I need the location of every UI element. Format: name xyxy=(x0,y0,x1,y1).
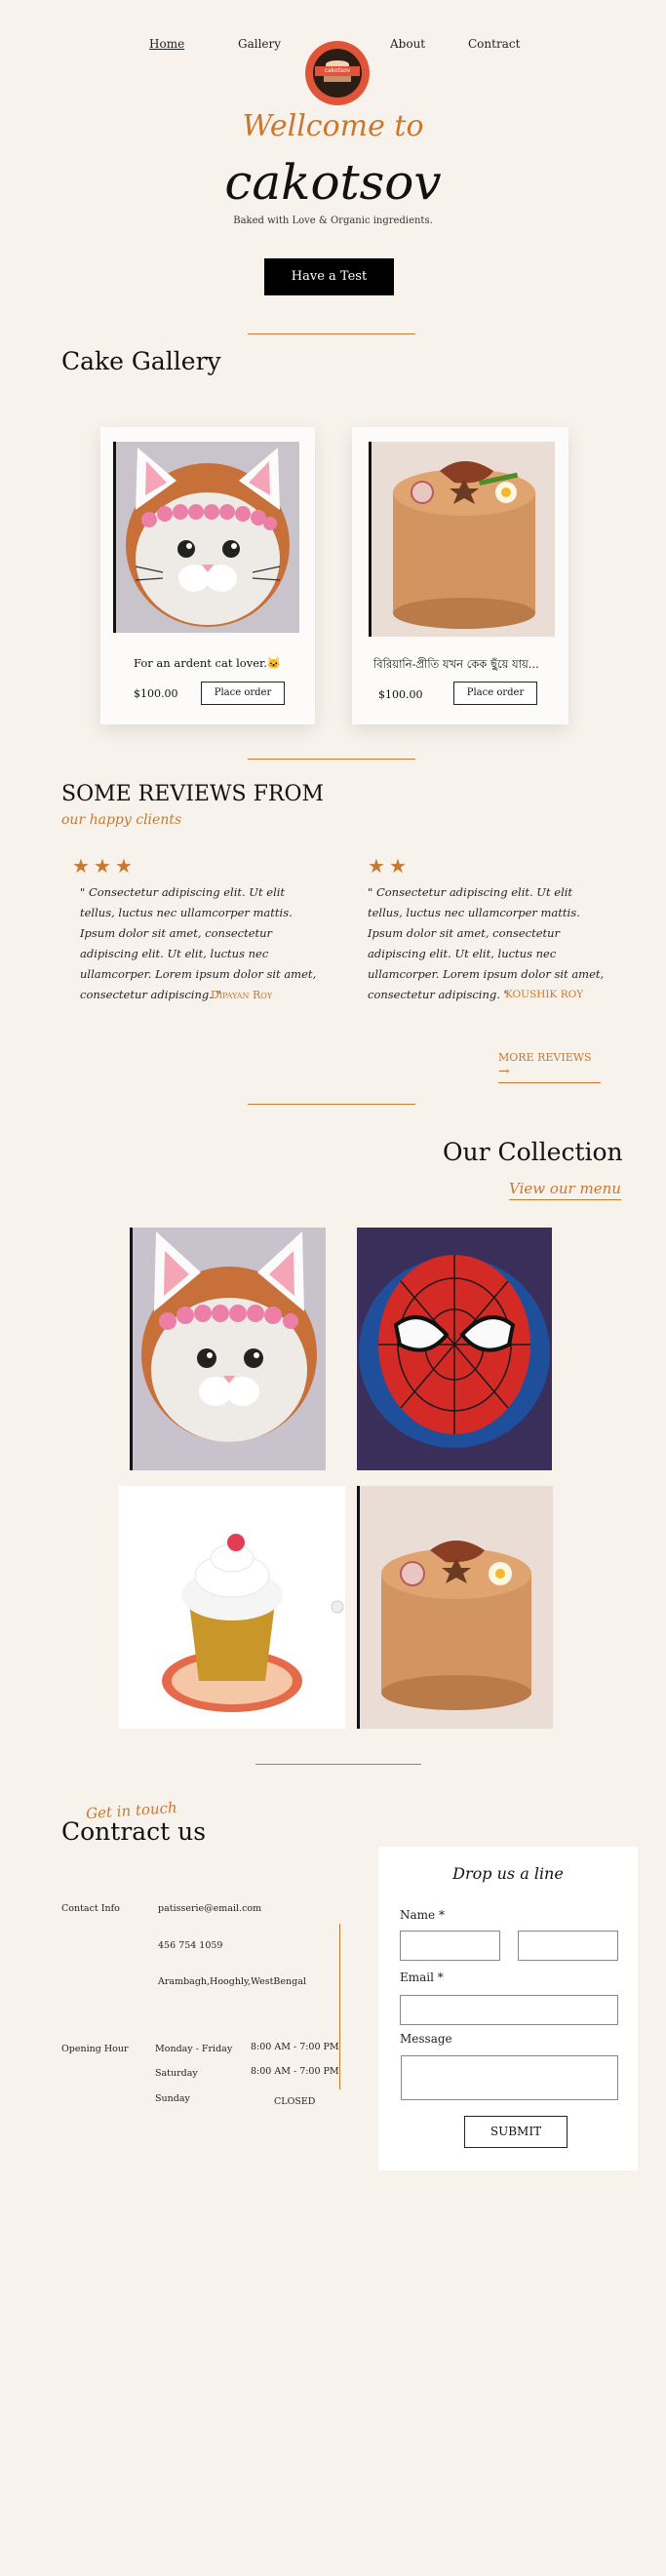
nav-about[interactable]: About xyxy=(390,37,425,51)
hours-time: CLOSED xyxy=(274,2096,316,2107)
review-text: " Consectetur adipiscing elit. Ut elit t… xyxy=(80,885,317,1001)
biryani-cake-photo[interactable] xyxy=(360,1486,553,1729)
card-price: $100.00 xyxy=(134,687,178,700)
hours-day: Sunday xyxy=(155,2093,190,2104)
card-price: $100.00 xyxy=(378,688,423,701)
reviews-title: SOME REVIEWS FROM xyxy=(61,782,325,806)
star-icon: ★ xyxy=(115,854,133,878)
brand-title: cakotsov xyxy=(224,154,442,211)
gallery-title: Cake Gallery xyxy=(61,347,221,375)
section-divider xyxy=(248,1104,415,1105)
view-menu-link[interactable]: View our menu xyxy=(509,1180,621,1200)
opening-hour-label: Opening Hour xyxy=(61,2044,129,2054)
message-label: Message xyxy=(400,2032,452,2046)
more-reviews-label: MORE REVIEWS xyxy=(498,1051,592,1064)
star-icon: ★ xyxy=(94,854,111,878)
welcome-heading: Wellcome to xyxy=(242,109,424,143)
more-reviews-link[interactable]: MORE REVIEWS → xyxy=(498,1051,601,1083)
section-divider xyxy=(248,333,415,334)
review-text: " Consectetur adipiscing elit. Ut elit t… xyxy=(368,885,605,1001)
review-author: KOUSHIK ROY xyxy=(505,989,584,1000)
contact-form: Drop us a line Name * Email * Message SU… xyxy=(378,1847,638,2170)
cat-cake-image xyxy=(116,442,299,633)
card-caption: বিরিয়ানি-প্রীতি যখন কেক ছুঁয়ে যায়... xyxy=(373,657,539,671)
contact-address: Arambagh,Hooghly,WestBengal xyxy=(158,1976,306,1987)
contact-email[interactable]: patisserie@email.com xyxy=(158,1903,261,1914)
hours-time: 8:00 AM - 7:00 PM xyxy=(251,2042,339,2052)
star-icon: ★ xyxy=(368,854,385,878)
hours-day: Saturday xyxy=(155,2068,198,2079)
have-a-test-button[interactable]: Have a Test xyxy=(264,258,394,295)
logo-inner: cakotsov xyxy=(313,49,362,98)
hero-tagline: Baked with Love & Organic ingredients. xyxy=(233,215,433,226)
form-title: Drop us a line xyxy=(452,1864,564,1883)
submit-button[interactable]: SUBMIT xyxy=(464,2116,568,2148)
product-card: For an ardent cat lover.🐱 $100.00 Place … xyxy=(100,427,315,724)
message-textarea[interactable] xyxy=(401,2055,618,2100)
arrow-right-icon: → xyxy=(498,1064,510,1079)
nav-gallery[interactable]: Gallery xyxy=(238,37,281,51)
contact-info-label: Contact Info xyxy=(61,1903,120,1914)
logo-ribbon: cakotsov xyxy=(315,66,360,76)
logo[interactable]: cakotsov xyxy=(305,41,370,105)
contact-phone[interactable]: 456 754 1059 xyxy=(158,1940,222,1951)
email-input[interactable] xyxy=(400,1995,618,2025)
biryani-cake-image xyxy=(372,442,555,637)
contact-title: Contract us xyxy=(61,1817,207,1846)
name-label: Name * xyxy=(400,1908,445,1922)
nav-contract[interactable]: Contract xyxy=(468,37,520,51)
star-icon: ★ xyxy=(389,854,407,878)
star-icon: ★ xyxy=(72,854,90,878)
spiderman-cake-photo[interactable] xyxy=(357,1228,552,1470)
reviews-subtitle: our happy clients xyxy=(61,812,182,828)
vertical-divider xyxy=(339,1924,340,2089)
first-name-input[interactable] xyxy=(400,1931,500,1961)
nav-home[interactable]: Home xyxy=(149,37,184,51)
carousel-dot[interactable] xyxy=(331,1600,344,1614)
cat-cake-photo[interactable] xyxy=(133,1228,326,1470)
last-name-input[interactable] xyxy=(518,1931,618,1961)
section-divider xyxy=(255,1764,421,1765)
hours-time: 8:00 AM - 7:00 PM xyxy=(251,2066,339,2077)
product-card: বিরিয়ানি-প্রীতি যখন কেক ছুঁয়ে যায়... … xyxy=(352,427,568,724)
email-label: Email * xyxy=(400,1971,444,1984)
collection-title: Our Collection xyxy=(443,1138,623,1166)
section-divider xyxy=(248,759,415,760)
card-caption: For an ardent cat lover.🐱 xyxy=(134,656,282,670)
place-order-button[interactable]: Place order xyxy=(453,682,537,705)
review-author: Dipayan Roy xyxy=(211,989,273,1001)
hours-day: Monday - Friday xyxy=(155,2044,233,2054)
cupcake-photo[interactable] xyxy=(119,1486,345,1729)
place-order-button[interactable]: Place order xyxy=(201,682,285,705)
